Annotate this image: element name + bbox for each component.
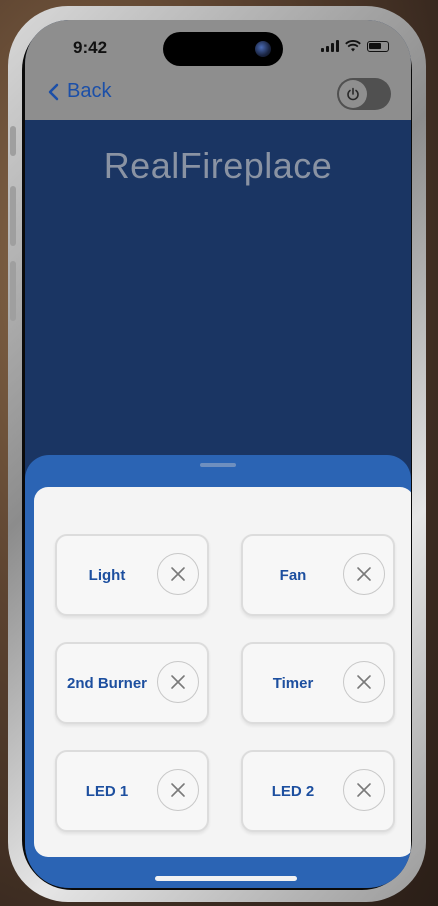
header-bar: 9:42 Back bbox=[25, 20, 411, 120]
remove-light-button[interactable] bbox=[157, 553, 199, 595]
close-icon bbox=[171, 783, 185, 797]
volume-down-button bbox=[10, 261, 16, 321]
control-card-light[interactable]: Light bbox=[55, 534, 209, 616]
status-time: 9:42 bbox=[73, 38, 108, 57]
remove-fan-button[interactable] bbox=[343, 553, 385, 595]
control-card-2nd-burner[interactable]: 2nd Burner bbox=[55, 642, 209, 724]
app-title: RealFireplace bbox=[103, 145, 333, 186]
control-label: Light bbox=[88, 566, 126, 584]
remove-led-2-button[interactable] bbox=[343, 769, 385, 811]
home-indicator[interactable] bbox=[155, 876, 297, 881]
silent-switch bbox=[10, 126, 16, 156]
close-icon bbox=[171, 567, 185, 581]
close-icon bbox=[357, 783, 371, 797]
control-label: Fan bbox=[279, 566, 307, 584]
controls-panel: Light Fan 2nd Burner Timer LED 1 LED 2 bbox=[34, 487, 411, 857]
power-icon bbox=[339, 80, 367, 108]
close-icon bbox=[357, 675, 371, 689]
close-icon bbox=[357, 567, 371, 581]
control-card-led-1[interactable]: LED 1 bbox=[55, 750, 209, 832]
control-label: Timer bbox=[272, 674, 314, 692]
power-toggle[interactable] bbox=[337, 78, 391, 110]
back-button[interactable]: Back bbox=[47, 80, 111, 103]
control-label: 2nd Burner bbox=[66, 674, 147, 692]
bottom-sheet: Light Fan 2nd Burner Timer LED 1 LED 2 bbox=[25, 455, 411, 888]
app-screen: 9:42 Back RealFireplace Light Fan 2nd Bu… bbox=[25, 20, 411, 888]
volume-up-button bbox=[10, 186, 16, 246]
wifi-icon bbox=[345, 40, 361, 52]
remove-2nd-burner-button[interactable] bbox=[157, 661, 199, 703]
battery-icon bbox=[367, 40, 389, 52]
control-label: LED 2 bbox=[271, 782, 315, 800]
control-card-fan[interactable]: Fan bbox=[241, 534, 395, 616]
chevron-left-icon bbox=[48, 83, 59, 100]
back-label: Back bbox=[67, 80, 112, 102]
remove-led-1-button[interactable] bbox=[157, 769, 199, 811]
sheet-grabber[interactable] bbox=[200, 463, 236, 467]
dynamic-island bbox=[163, 32, 283, 66]
control-label: LED 1 bbox=[85, 782, 129, 800]
status-icons bbox=[321, 40, 389, 52]
close-icon bbox=[171, 675, 185, 689]
control-card-led-2[interactable]: LED 2 bbox=[241, 750, 395, 832]
camera-icon bbox=[255, 41, 271, 57]
remove-timer-button[interactable] bbox=[343, 661, 385, 703]
cellular-signal-icon bbox=[321, 40, 339, 52]
control-card-timer[interactable]: Timer bbox=[241, 642, 395, 724]
